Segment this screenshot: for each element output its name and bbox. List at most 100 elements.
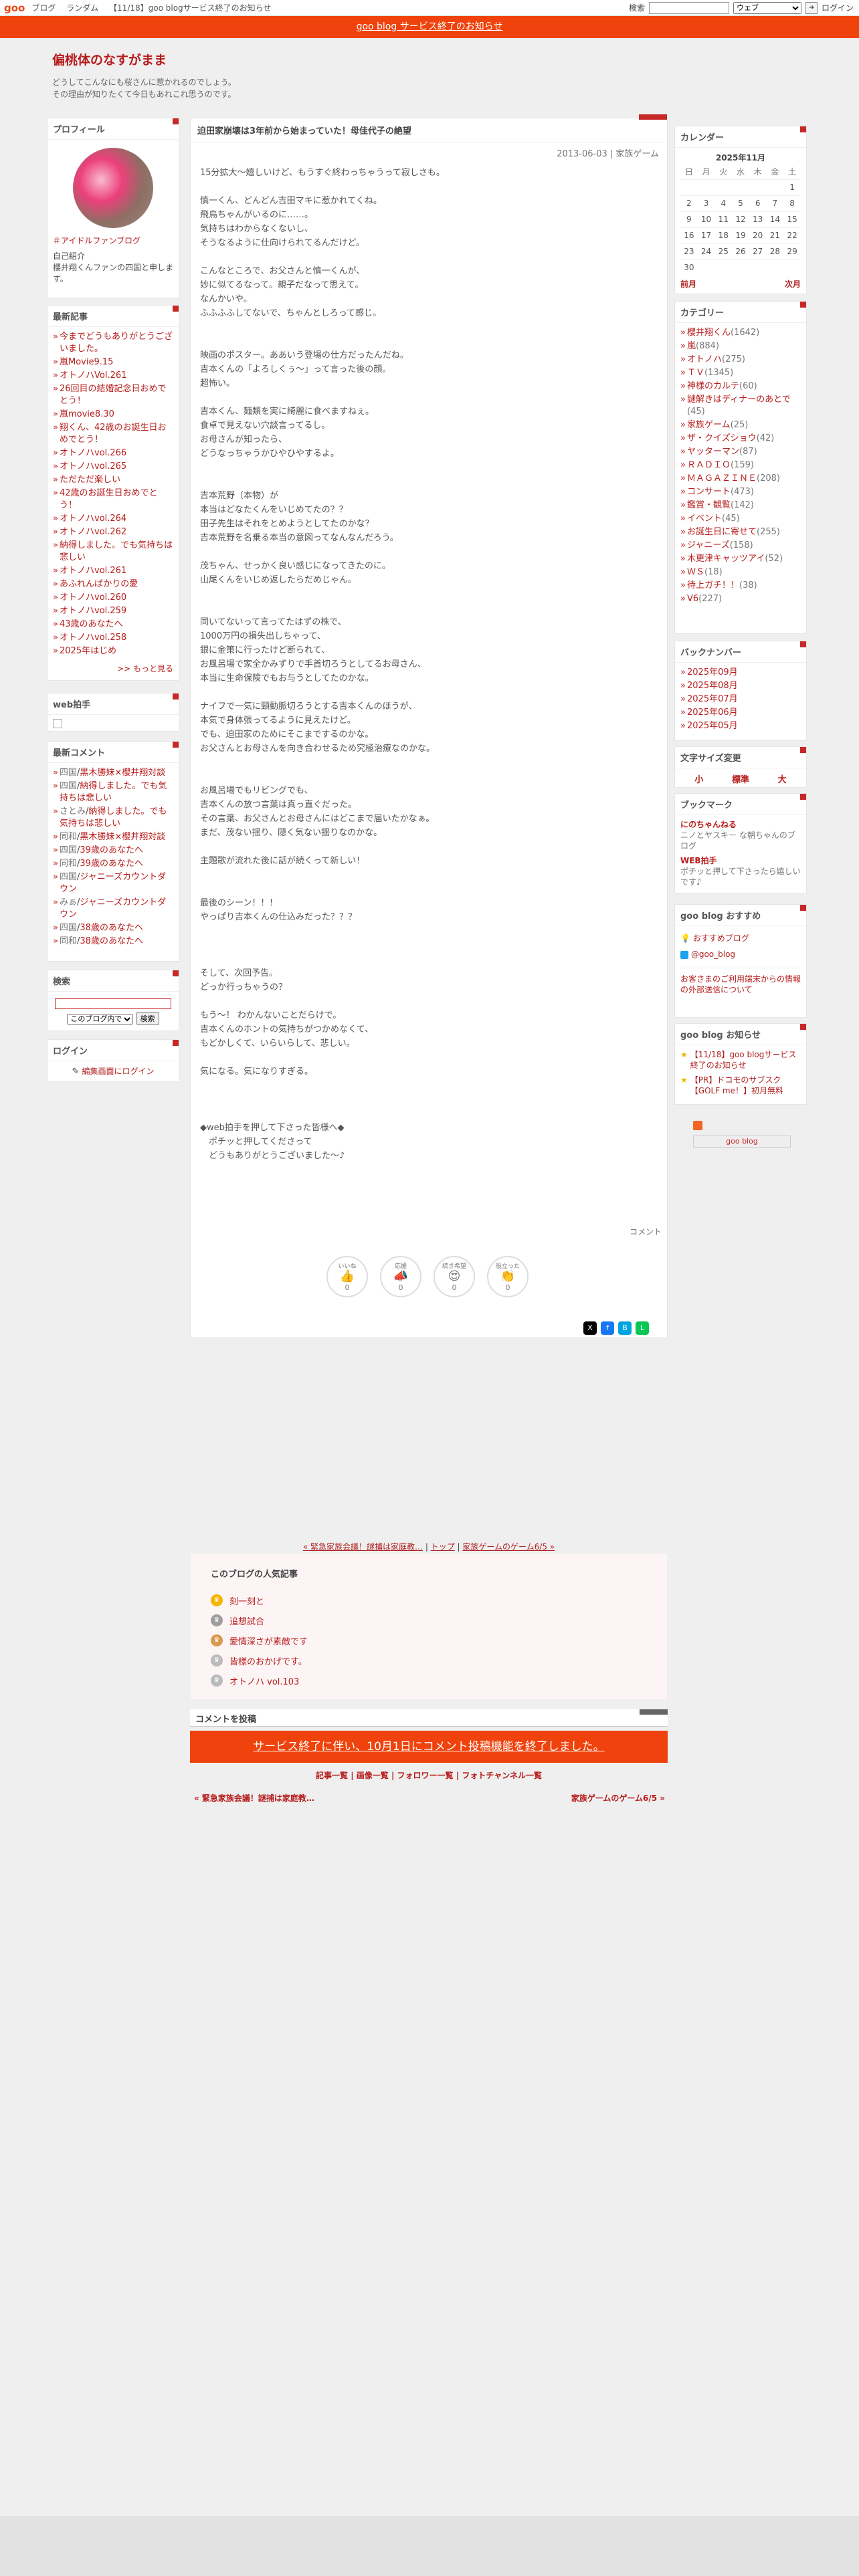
calendar-day[interactable]: 4 xyxy=(714,195,733,211)
category-name[interactable]: オトノハ xyxy=(687,354,722,364)
calendar-day[interactable]: 12 xyxy=(732,211,749,227)
blog-search-button[interactable]: 検索 xyxy=(136,1012,159,1025)
comment-article[interactable]: 黒木勝妹×櫻井翔対談 xyxy=(80,832,165,842)
category-name[interactable]: 謎解きはディナーのあとで xyxy=(687,395,791,405)
recent-post-label[interactable]: オトノハVol.261 xyxy=(60,370,126,381)
comment-item[interactable]: みぁ/ジャニーズカウントダウン xyxy=(53,897,173,921)
calendar-day[interactable]: 9 xyxy=(680,211,698,227)
calendar-day[interactable]: 27 xyxy=(749,243,767,259)
footer-link-images[interactable]: 画像一覧 xyxy=(357,1771,389,1780)
backnumber-item[interactable]: 2025年08月 xyxy=(680,680,801,692)
profile-tag[interactable]: ＃アイドルファンブログ xyxy=(53,235,173,246)
category-item[interactable]: ジャニーズ(158) xyxy=(680,540,801,552)
category-item[interactable]: 神様のカルテ(60) xyxy=(680,381,801,393)
popular-title[interactable]: オトノハ vol.103 xyxy=(229,1675,299,1687)
category-name[interactable]: 櫻井翔くん xyxy=(687,328,731,338)
category-item[interactable]: ＲＡＤＩＯ(159) xyxy=(680,459,801,471)
calendar-day[interactable]: 7 xyxy=(766,195,784,211)
recent-post-label[interactable]: 26回目の結婚記念日おめでとう！ xyxy=(60,384,167,406)
oshirase-link-2[interactable]: 【PR】ドコモのサブスク【GOLF me！】初月無料 xyxy=(690,1075,801,1096)
calendar-day[interactable]: 25 xyxy=(714,243,733,259)
top-search-input[interactable] xyxy=(648,1,729,14)
recent-post-label[interactable]: 42歳のお誕生日おめでとう！ xyxy=(60,488,158,510)
recent-post-item[interactable]: オトノハvol.260 xyxy=(53,592,173,604)
editor-login-link[interactable]: 編集画面にログイン xyxy=(82,1067,155,1076)
calendar-day[interactable]: 29 xyxy=(783,243,801,259)
recent-post-label[interactable]: オトノハvol.261 xyxy=(60,566,126,576)
login-link[interactable]: ログイン xyxy=(822,2,854,13)
recent-post-item[interactable]: オトノハvol.266 xyxy=(53,447,173,459)
comment-closed-link[interactable]: サービス終了に伴い、10月1日にコメント投稿機能を終了しました。 xyxy=(253,1740,604,1753)
backnumber-item[interactable]: 2025年07月 xyxy=(680,693,801,706)
calendar-day[interactable]: 22 xyxy=(783,227,801,243)
bookmark-title-2[interactable]: WEB拍手 xyxy=(680,855,801,866)
top-link-notice[interactable]: 【11/18】goo blogサービス終了のお知らせ xyxy=(109,3,271,13)
calendar-day[interactable]: 23 xyxy=(680,243,698,259)
recent-post-label[interactable]: オトノハvol.262 xyxy=(60,527,126,537)
comment-item[interactable]: さとみ/納得しました。でも気持ちは悲しい xyxy=(53,806,173,830)
comment-article[interactable]: 黒木勝妹×櫻井翔対談 xyxy=(80,768,165,778)
search-scope-select[interactable]: ウェブ xyxy=(733,1,801,14)
recent-post-item[interactable]: オトノハvol.259 xyxy=(53,605,173,617)
recent-post-item[interactable]: オトノハVol.261 xyxy=(53,370,173,382)
font-small-button[interactable]: 小 xyxy=(694,772,703,785)
popular-title[interactable]: 愛情深さが素敵です xyxy=(229,1634,308,1647)
category-name[interactable]: ＷＳ xyxy=(687,567,704,577)
category-name[interactable]: 家族ゲーム xyxy=(687,420,731,430)
backnumber-label[interactable]: 2025年07月 xyxy=(687,694,738,704)
recent-post-label[interactable]: 2025年はじめ xyxy=(60,646,116,656)
category-name[interactable]: ザ・クイズショウ xyxy=(687,433,757,443)
recent-post-label[interactable]: 今までどうもありがとうございました。 xyxy=(60,332,173,354)
web-clap-image-icon[interactable] xyxy=(53,719,62,728)
recent-post-label[interactable]: オトノハvol.260 xyxy=(60,593,126,603)
popular-item[interactable]: ♛ オトノハ vol.103 xyxy=(211,1671,647,1691)
recent-post-item[interactable]: オトノハvol.265 xyxy=(53,461,173,473)
service-end-link[interactable]: goo blog サービス終了のお知らせ xyxy=(357,21,503,32)
blog-search-input[interactable] xyxy=(55,998,171,1009)
backnumber-label[interactable]: 2025年08月 xyxy=(687,681,738,691)
recent-post-item[interactable]: 嵐movie8.30 xyxy=(53,409,173,421)
line-share-icon[interactable]: L xyxy=(636,1321,649,1335)
category-name[interactable]: 木更津キャッツアイ xyxy=(687,554,765,564)
category-item[interactable]: イベント(45) xyxy=(680,513,801,525)
calendar-day[interactable]: 24 xyxy=(697,243,715,259)
backnumber-item[interactable]: 2025年06月 xyxy=(680,707,801,719)
calendar-day[interactable]: 26 xyxy=(732,243,749,259)
category-item[interactable]: ＴＶ(1345) xyxy=(680,367,801,379)
recent-post-item[interactable]: 42歳のお誕生日おめでとう！ xyxy=(53,488,173,512)
facebook-share-icon[interactable]: f xyxy=(601,1321,614,1335)
comment-item[interactable]: 同和/39歳のあなたへ xyxy=(53,858,173,870)
reaction-button[interactable]: 役立った 👏 0 xyxy=(487,1256,529,1297)
category-item[interactable]: 謎解きはディナーのあとで (45) xyxy=(680,394,801,418)
popular-item[interactable]: ♛ 愛情深さが素敵です xyxy=(211,1630,647,1650)
comment-item[interactable]: 四国/納得しました。でも気持ちは悲しい xyxy=(53,780,173,804)
reaction-button[interactable]: いいね 👍 0 xyxy=(326,1256,368,1297)
comment-article[interactable]: 39歳のあなたへ xyxy=(80,859,143,869)
category-item[interactable]: ＷＳ(18) xyxy=(680,566,801,578)
category-name[interactable]: 待上ガチ！！ xyxy=(687,580,739,591)
footer-link-articles[interactable]: 記事一覧 xyxy=(316,1771,348,1780)
backnumber-item[interactable]: 2025年05月 xyxy=(680,720,801,732)
backnumber-label[interactable]: 2025年06月 xyxy=(687,708,738,718)
category-name[interactable]: ヤッターマン xyxy=(687,447,739,457)
footer-prev[interactable]: « 緊急家族会議！謎捕は家庭教… xyxy=(194,1792,314,1804)
comment-article[interactable]: 38歳のあなたへ xyxy=(80,936,143,946)
category-name[interactable]: 嵐 xyxy=(687,341,696,351)
calendar-day[interactable]: 13 xyxy=(749,211,767,227)
recent-post-item[interactable]: オトノハvol.261 xyxy=(53,565,173,577)
comment-item[interactable]: 四国/38歳のあなたへ xyxy=(53,922,173,934)
popular-title[interactable]: 刻一刻と xyxy=(229,1594,264,1607)
goo-blog-badge[interactable]: goo blog xyxy=(693,1136,791,1148)
comment-item[interactable]: 四国/ジャニーズカウントダウン xyxy=(53,871,173,895)
calendar-day[interactable]: 19 xyxy=(732,227,749,243)
calendar-next[interactable]: 次月 xyxy=(785,278,801,290)
category-item[interactable]: 家族ゲーム(25) xyxy=(680,419,801,431)
backnumber-item[interactable]: 2025年09月 xyxy=(680,667,801,679)
calendar-day[interactable]: 3 xyxy=(697,195,715,211)
category-name[interactable]: 神様のカルテ xyxy=(687,381,739,391)
popular-item[interactable]: ♛ 追想試合 xyxy=(211,1610,647,1630)
recent-post-item[interactable]: 納得しました。でも気持ちは悲しい xyxy=(53,540,173,564)
top-link[interactable]: トップ xyxy=(431,1542,455,1551)
category-name[interactable]: イベント xyxy=(687,514,722,524)
recent-post-label[interactable]: 嵐movie8.30 xyxy=(60,409,114,419)
